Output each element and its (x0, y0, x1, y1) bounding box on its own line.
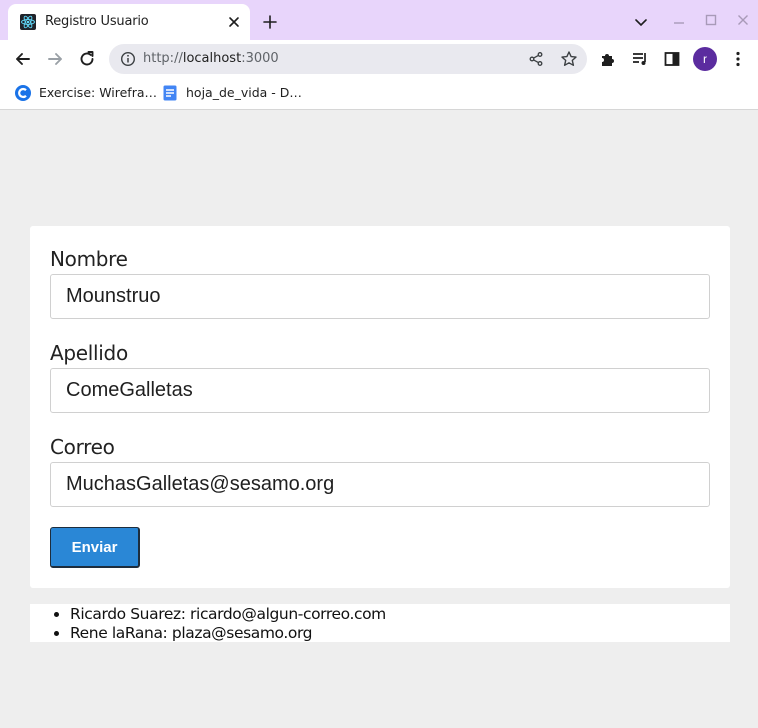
new-tab-icon[interactable] (262, 14, 278, 30)
google-docs-icon (163, 85, 177, 101)
menu-kebab-icon[interactable] (729, 50, 747, 68)
browser-toolbar: http://localhost:3000 r (0, 40, 758, 78)
reload-icon[interactable] (77, 49, 97, 69)
apellido-label: Apellido (50, 341, 128, 365)
share-icon[interactable] (528, 51, 544, 67)
apellido-input[interactable] (50, 368, 710, 413)
address-bar[interactable]: http://localhost:3000 (109, 44, 587, 74)
bookmarks-bar: Exercise: Wirefra… hoja_de_vida - D… (0, 78, 758, 110)
tab-title: Registro Usuario (45, 14, 149, 29)
bookmark-label: Exercise: Wirefra… (39, 85, 158, 100)
user-list: Ricardo Suarez: ricardo@algun-correo.com… (70, 605, 386, 643)
profile-avatar[interactable]: r (693, 47, 717, 71)
list-item: Ricardo Suarez: ricardo@algun-correo.com (70, 605, 386, 624)
bookmark-item[interactable]: Exercise: Wirefra… (15, 84, 158, 104)
browser-tab[interactable]: Registro Usuario (8, 4, 250, 40)
list-item: Rene laRana: plaza@sesamo.org (70, 624, 386, 643)
site-info-icon[interactable] (120, 51, 136, 67)
url-text: http://localhost:3000 (143, 51, 279, 66)
url-port: :3000 (241, 51, 279, 66)
back-arrow-icon[interactable] (13, 49, 33, 69)
media-queue-icon[interactable] (631, 50, 649, 68)
bookmark-item[interactable]: hoja_de_vida - D… (162, 84, 302, 104)
correo-input[interactable] (50, 462, 710, 507)
submit-button[interactable]: Enviar (50, 527, 140, 568)
url-scheme: http:// (143, 51, 183, 66)
nombre-label: Nombre (50, 247, 128, 271)
close-tab-icon[interactable] (226, 14, 242, 30)
forward-arrow-icon[interactable] (45, 49, 65, 69)
extensions-puzzle-icon[interactable] (599, 50, 617, 68)
close-window-icon[interactable] (735, 12, 751, 28)
tab-strip: Registro Usuario (0, 0, 758, 40)
react-logo-icon (20, 14, 36, 30)
bookmark-label: hoja_de_vida - D… (186, 85, 302, 100)
user-list-panel: Ricardo Suarez: ricardo@algun-correo.com… (30, 604, 730, 642)
registration-form: Nombre Apellido Correo Enviar (30, 226, 730, 588)
chrome-c-icon (15, 85, 31, 101)
correo-label: Correo (50, 435, 115, 459)
side-panel-icon[interactable] (663, 50, 681, 68)
minimize-icon[interactable] (671, 12, 687, 28)
tab-search-chevron-icon[interactable] (633, 14, 649, 30)
maximize-icon[interactable] (703, 12, 719, 28)
nombre-input[interactable] (50, 274, 710, 319)
bookmark-star-icon[interactable] (560, 50, 578, 68)
url-host: localhost (182, 51, 242, 66)
